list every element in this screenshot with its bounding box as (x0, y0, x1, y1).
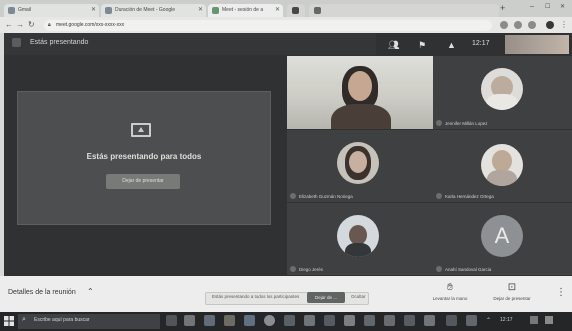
browser-tab-search[interactable]: Duración de Meet - Google ✕ (101, 4, 206, 17)
participant-name: Karla Hernández Ortega (445, 194, 494, 199)
taskbar-app-icon[interactable] (304, 315, 315, 326)
network-icon[interactable] (545, 316, 553, 324)
stop-presenting-button[interactable]: Dejar de presentar (106, 174, 180, 189)
extension-icon[interactable] (528, 21, 536, 29)
mic-off-icon (436, 120, 442, 126)
raise-hand-label[interactable]: Levantar la mano (428, 296, 472, 301)
speaker-body (331, 104, 391, 129)
participant-avatar (337, 215, 379, 257)
people-icon[interactable]: 👥︎ (388, 40, 399, 50)
browser-tab-bar: Gmail ✕ Duración de Meet - Google ✕ Meet… (0, 0, 572, 17)
browser-tab-gmail[interactable]: Gmail ✕ (4, 4, 99, 17)
participant-name: Elizabeth Guzmán Noriega (299, 194, 353, 199)
present-now-label[interactable]: Dejar de presentar (488, 296, 536, 301)
chevron-up-icon[interactable]: ⌃ (87, 287, 94, 296)
taskbar-app-icon[interactable] (384, 315, 395, 326)
taskbar-app-icon[interactable] (424, 315, 435, 326)
speaker-face (348, 71, 372, 101)
participant-tile[interactable]: Jennifer Millán Lopez (433, 56, 572, 129)
new-tab-icon[interactable]: + (500, 3, 505, 13)
taskbar-app-icon[interactable] (404, 315, 415, 326)
taskbar-app-icon[interactable] (324, 315, 335, 326)
presenter-label: Estás presentando (30, 39, 89, 46)
taskbar-search-text: Escribe aquí para buscar (34, 317, 90, 323)
close-icon[interactable]: ✕ (198, 4, 203, 17)
meet-clock: 12:17 (472, 40, 490, 47)
minimize-icon[interactable]: – (530, 3, 534, 10)
taskbar-clock[interactable]: 12:17 (500, 317, 513, 323)
search-icon: ⌕ (22, 316, 26, 323)
task-view-icon[interactable] (166, 315, 177, 326)
raise-hand-icon[interactable]: ✋︎ (443, 283, 457, 293)
close-icon[interactable]: ✕ (275, 4, 280, 17)
maximize-icon[interactable]: ☐ (545, 3, 550, 10)
meeting-details-link[interactable]: Detalles de la reunión (8, 289, 76, 296)
mic-off-icon (436, 266, 442, 272)
participant-name: Anahí Sandoval Garcia (445, 267, 492, 272)
taskbar-app-icon[interactable] (364, 315, 375, 326)
reload-icon[interactable]: ↻ (28, 20, 35, 30)
mic-off-icon (436, 193, 442, 199)
tab-title: Duración de Meet - Google (115, 7, 176, 13)
tab-favicon-icon (314, 7, 321, 14)
participant-tile[interactable]: Diego Jerés (287, 203, 433, 275)
participant-avatar (337, 142, 379, 184)
participant-avatar (481, 144, 523, 186)
lock-icon: 🔒︎ (48, 22, 51, 28)
participant-tile-speaker[interactable] (287, 56, 433, 129)
windows-start-icon[interactable] (4, 316, 14, 326)
browser-tab-meet[interactable]: Meet - sesión de a ✕ (208, 4, 283, 17)
participant-name: Diego Jerés (299, 267, 324, 272)
participant-tile[interactable]: Karla Hernández Ortega (433, 130, 572, 202)
menu-kebab-icon[interactable]: ⋮ (560, 20, 568, 30)
taskbar-app-icon[interactable] (466, 315, 477, 326)
participant-avatar (481, 68, 523, 110)
taskbar-app-icon[interactable] (204, 315, 215, 326)
forward-icon[interactable]: → (16, 20, 24, 30)
taskbar-app-icon[interactable] (446, 315, 457, 326)
tab-title: Meet - sesión de a (222, 7, 264, 13)
notification-icon[interactable] (530, 316, 538, 324)
url-field[interactable]: 🔒︎ meet.google.com/xxx-xxxx-xxx (44, 20, 492, 31)
back-icon[interactable]: ← (5, 20, 13, 30)
tab-favicon-icon (292, 7, 299, 14)
more-options-icon[interactable]: ⋮ (556, 287, 566, 298)
taskbar-app-icon[interactable] (284, 315, 295, 326)
chrome-icon[interactable] (264, 315, 275, 326)
participant-name: Jennifer Millán Lopez (445, 121, 488, 126)
participant-tile[interactable]: A Anahí Sandoval Garcia (433, 203, 572, 275)
participant-initial-avatar: A (481, 215, 523, 257)
tray-chevron-icon[interactable]: ⌃ (486, 317, 491, 324)
participant-tile[interactable]: Elizabeth Guzmán Noriega (287, 130, 433, 202)
close-window-icon[interactable]: ✕ (560, 3, 565, 10)
tab-title: Gmail (18, 7, 32, 13)
browser-tab-5[interactable] (309, 4, 499, 17)
url-text: meet.google.com/xxx-xxxx-xxx (56, 22, 125, 28)
toast-hide-button[interactable]: Ocultar (351, 294, 366, 299)
gmail-icon (8, 7, 15, 14)
present-now-icon[interactable]: ⊡ (505, 283, 519, 293)
extension-icon[interactable] (514, 21, 522, 29)
address-bar: ← → ↻ 🔒︎ meet.google.com/xxx-xxxx-xxx ⋮ (0, 17, 572, 33)
toast-stop-button[interactable]: Dejar de ... (307, 292, 345, 303)
browser-tab-4[interactable] (287, 4, 305, 17)
toast-text: Estás presentando a todos los participan… (212, 294, 300, 299)
mic-off-icon (290, 266, 296, 272)
taskbar-app-icon[interactable] (344, 315, 355, 326)
self-view-thumbnail[interactable] (505, 35, 569, 54)
mic-off-icon (290, 193, 296, 199)
present-screen-icon (131, 123, 151, 137)
taskbar-app-icon[interactable] (184, 315, 195, 326)
extension-icon[interactable] (500, 21, 508, 29)
profile-avatar[interactable] (546, 21, 554, 29)
presentation-title: Estás presentando para todos (86, 152, 202, 161)
close-icon[interactable]: ✕ (91, 4, 96, 17)
google-icon (105, 7, 112, 14)
meet-icon (212, 7, 219, 14)
file-explorer-icon[interactable] (224, 315, 235, 326)
taskbar-app-icon[interactable] (244, 315, 255, 326)
activities-icon[interactable]: ▲ (447, 40, 456, 50)
presentation-icon (12, 38, 21, 47)
flag-icon[interactable]: ⚑ (418, 40, 426, 50)
